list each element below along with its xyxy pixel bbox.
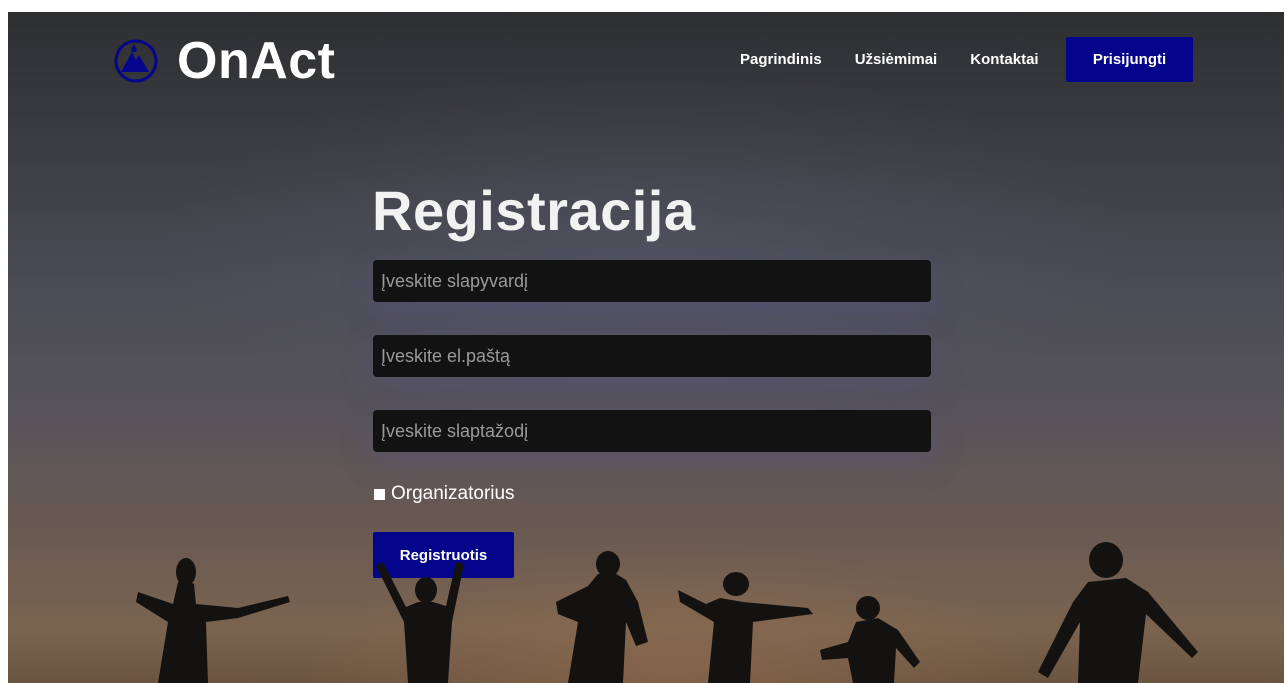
login-button[interactable]: Prisijungti (1066, 37, 1193, 82)
organizer-option[interactable]: Organizatorius (374, 483, 515, 505)
organizer-label: Organizatorius (391, 483, 515, 504)
nav-link-contacts[interactable]: Kontaktai (970, 51, 1038, 68)
jumping-people-silhouettes (136, 542, 1198, 683)
organizer-checkbox[interactable] (374, 488, 385, 500)
nav-link-home[interactable]: Pagrindinis (740, 51, 822, 68)
page-title: Registracija (372, 179, 696, 242)
brand-logo[interactable]: OnAct (113, 32, 336, 90)
username-input[interactable] (373, 260, 931, 302)
nav-link-activities[interactable]: Užsiėmimai (855, 51, 938, 68)
main-nav: Pagrindinis Užsiėmimai Kontaktai (728, 37, 1072, 82)
password-input[interactable] (373, 410, 931, 452)
hero-background: OnAct Pagrindinis Užsiėmimai Kontaktai P… (8, 12, 1284, 683)
email-input[interactable] (373, 335, 931, 377)
brand-name: OnAct (177, 32, 336, 90)
mountain-flame-icon (114, 39, 158, 83)
